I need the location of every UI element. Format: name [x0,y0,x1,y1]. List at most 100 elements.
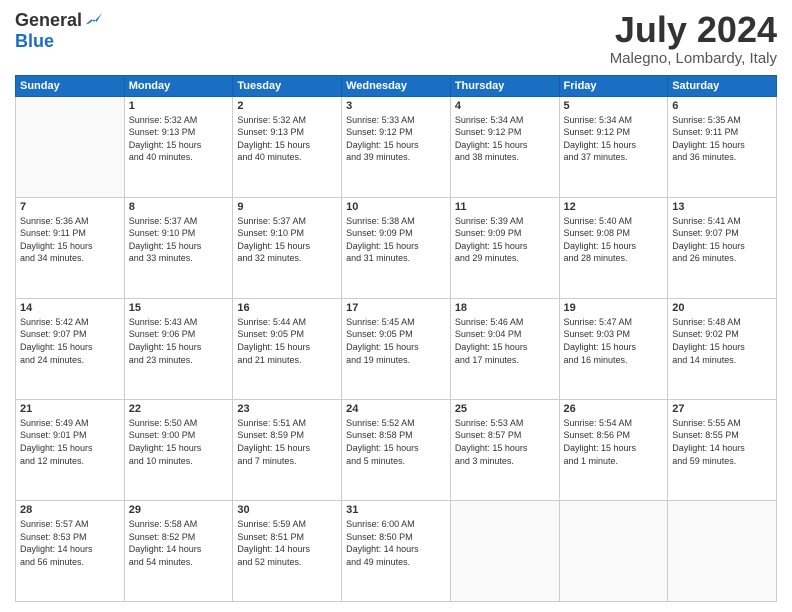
calendar-cell: 26 Sunrise: 5:54 AM Sunset: 8:56 PM Dayli… [559,399,668,500]
day-info: Sunrise: 5:45 AM Sunset: 9:05 PM Dayligh… [346,316,446,366]
day-info: Sunrise: 5:51 AM Sunset: 8:59 PM Dayligh… [237,417,337,467]
calendar-week-row: 1 Sunrise: 5:32 AM Sunset: 9:13 PM Daylig… [16,96,777,197]
day-info: Sunrise: 5:32 AM Sunset: 9:13 PM Dayligh… [129,114,229,164]
day-number: 6 [672,100,772,112]
day-info: Sunrise: 5:32 AM Sunset: 9:13 PM Dayligh… [237,114,337,164]
day-number: 3 [346,100,446,112]
calendar-cell: 28 Sunrise: 5:57 AM Sunset: 8:53 PM Dayli… [16,500,125,601]
day-number: 12 [564,201,664,213]
day-number: 4 [455,100,555,112]
day-number: 2 [237,100,337,112]
day-info: Sunrise: 5:40 AM Sunset: 9:08 PM Dayligh… [564,215,664,265]
weekday-header-monday: Monday [124,75,233,96]
day-info: Sunrise: 5:37 AM Sunset: 9:10 PM Dayligh… [129,215,229,265]
calendar-cell [16,96,125,197]
calendar-cell: 30 Sunrise: 5:59 AM Sunset: 8:51 PM Dayli… [233,500,342,601]
calendar-cell: 20Sunrise: 5:48 AM Sunset: 9:02 PM Dayli… [668,298,777,399]
calendar-cell: 6 Sunrise: 5:35 AM Sunset: 9:11 PM Daylig… [668,96,777,197]
calendar-cell: 19 Sunrise: 5:47 AM Sunset: 9:03 PM Dayli… [559,298,668,399]
day-number: 16 [237,302,337,314]
logo-blue: Blue [15,31,54,52]
weekday-header-sunday: Sunday [16,75,125,96]
day-info: Sunrise: 5:34 AM Sunset: 9:12 PM Dayligh… [455,114,555,164]
weekday-header-row: SundayMondayTuesdayWednesdayThursdayFrid… [16,75,777,96]
calendar-week-row: 21 Sunrise: 5:49 AM Sunset: 9:01 PM Dayli… [16,399,777,500]
calendar-cell: 13Sunrise: 5:41 AM Sunset: 9:07 PM Dayli… [668,197,777,298]
weekday-header-thursday: Thursday [450,75,559,96]
day-number: 30 [237,504,337,516]
calendar-cell: 9 Sunrise: 5:37 AM Sunset: 9:10 PM Daylig… [233,197,342,298]
page: General Blue July 2024 Malegno, Lombardy… [0,0,792,612]
calendar-cell: 2 Sunrise: 5:32 AM Sunset: 9:13 PM Daylig… [233,96,342,197]
calendar-cell: 7 Sunrise: 5:36 AM Sunset: 9:11 PM Daylig… [16,197,125,298]
day-number: 7 [20,201,120,213]
calendar-cell: 5 Sunrise: 5:34 AM Sunset: 9:12 PM Daylig… [559,96,668,197]
day-info: Sunrise: 5:33 AM Sunset: 9:12 PM Dayligh… [346,114,446,164]
day-number: 22 [129,403,229,415]
logo-general: General [15,10,82,31]
day-number: 10 [346,201,446,213]
day-info: Sunrise: 5:44 AM Sunset: 9:05 PM Dayligh… [237,316,337,366]
calendar-cell: 8Sunrise: 5:37 AM Sunset: 9:10 PM Daylig… [124,197,233,298]
day-info: Sunrise: 5:48 AM Sunset: 9:02 PM Dayligh… [672,316,772,366]
calendar-cell: 11Sunrise: 5:39 AM Sunset: 9:09 PM Dayli… [450,197,559,298]
day-number: 11 [455,201,555,213]
day-info: Sunrise: 5:36 AM Sunset: 9:11 PM Dayligh… [20,215,120,265]
day-number: 28 [20,504,120,516]
day-info: Sunrise: 5:57 AM Sunset: 8:53 PM Dayligh… [20,518,120,568]
day-info: Sunrise: 5:37 AM Sunset: 9:10 PM Dayligh… [237,215,337,265]
day-info: Sunrise: 5:59 AM Sunset: 8:51 PM Dayligh… [237,518,337,568]
calendar-cell: 12 Sunrise: 5:40 AM Sunset: 9:08 PM Dayli… [559,197,668,298]
day-number: 27 [672,403,772,415]
calendar-week-row: 7 Sunrise: 5:36 AM Sunset: 9:11 PM Daylig… [16,197,777,298]
calendar-cell: 29Sunrise: 5:58 AM Sunset: 8:52 PM Dayli… [124,500,233,601]
day-number: 24 [346,403,446,415]
day-info: Sunrise: 5:34 AM Sunset: 9:12 PM Dayligh… [564,114,664,164]
calendar-cell: 23Sunrise: 5:51 AM Sunset: 8:59 PM Dayli… [233,399,342,500]
day-info: Sunrise: 5:46 AM Sunset: 9:04 PM Dayligh… [455,316,555,366]
day-info: Sunrise: 5:42 AM Sunset: 9:07 PM Dayligh… [20,316,120,366]
calendar-cell: 31 Sunrise: 6:00 AM Sunset: 8:50 PM Dayli… [342,500,451,601]
day-number: 31 [346,504,446,516]
title-area: July 2024 Malegno, Lombardy, Italy [610,10,777,67]
day-number: 14 [20,302,120,314]
calendar-cell: 25Sunrise: 5:53 AM Sunset: 8:57 PM Dayli… [450,399,559,500]
calendar-cell [559,500,668,601]
calendar-week-row: 28 Sunrise: 5:57 AM Sunset: 8:53 PM Dayli… [16,500,777,601]
header: General Blue July 2024 Malegno, Lombardy… [15,10,777,67]
calendar-cell [450,500,559,601]
day-info: Sunrise: 5:54 AM Sunset: 8:56 PM Dayligh… [564,417,664,467]
day-number: 1 [129,100,229,112]
calendar-table: SundayMondayTuesdayWednesdayThursdayFrid… [15,75,777,602]
day-number: 25 [455,403,555,415]
day-number: 19 [564,302,664,314]
day-info: Sunrise: 5:47 AM Sunset: 9:03 PM Dayligh… [564,316,664,366]
day-info: Sunrise: 5:38 AM Sunset: 9:09 PM Dayligh… [346,215,446,265]
day-number: 18 [455,302,555,314]
day-number: 29 [129,504,229,516]
day-info: Sunrise: 5:35 AM Sunset: 9:11 PM Dayligh… [672,114,772,164]
day-number: 13 [672,201,772,213]
weekday-header-saturday: Saturday [668,75,777,96]
calendar-cell [668,500,777,601]
day-number: 17 [346,302,446,314]
calendar-cell: 4 Sunrise: 5:34 AM Sunset: 9:12 PM Daylig… [450,96,559,197]
calendar-cell: 15Sunrise: 5:43 AM Sunset: 9:06 PM Dayli… [124,298,233,399]
month-title: July 2024 [610,10,777,50]
day-info: Sunrise: 5:43 AM Sunset: 9:06 PM Dayligh… [129,316,229,366]
calendar-cell: 18 Sunrise: 5:46 AM Sunset: 9:04 PM Dayli… [450,298,559,399]
day-info: Sunrise: 6:00 AM Sunset: 8:50 PM Dayligh… [346,518,446,568]
calendar-cell: 16 Sunrise: 5:44 AM Sunset: 9:05 PM Dayli… [233,298,342,399]
day-info: Sunrise: 5:49 AM Sunset: 9:01 PM Dayligh… [20,417,120,467]
logo: General Blue [15,10,104,52]
day-number: 21 [20,403,120,415]
day-number: 9 [237,201,337,213]
calendar-cell: 24Sunrise: 5:52 AM Sunset: 8:58 PM Dayli… [342,399,451,500]
day-number: 5 [564,100,664,112]
day-info: Sunrise: 5:50 AM Sunset: 9:00 PM Dayligh… [129,417,229,467]
day-number: 26 [564,403,664,415]
calendar-cell: 17 Sunrise: 5:45 AM Sunset: 9:05 PM Dayli… [342,298,451,399]
calendar-cell: 3 Sunrise: 5:33 AM Sunset: 9:12 PM Daylig… [342,96,451,197]
calendar-cell: 21 Sunrise: 5:49 AM Sunset: 9:01 PM Dayli… [16,399,125,500]
logo-bird-icon [84,11,104,31]
